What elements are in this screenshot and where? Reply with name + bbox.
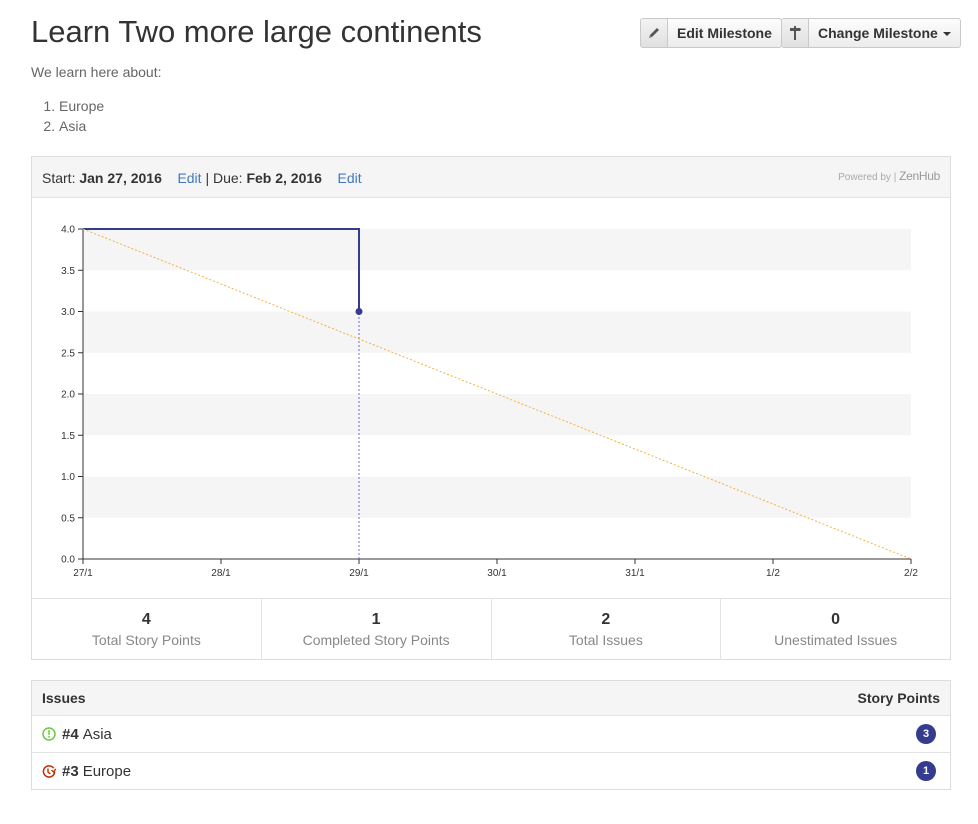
y-tick-label: 4.0	[61, 225, 75, 236]
zenhub-logo[interactable]: ZenHub	[899, 169, 940, 183]
issue-row-4[interactable]: #4 Asia 3	[32, 716, 950, 753]
y-tick-label: 2.5	[61, 348, 75, 359]
powered-by-prefix: Powered by |	[838, 172, 897, 183]
grid-band	[83, 394, 911, 436]
issue-number[interactable]: #3	[62, 763, 79, 780]
y-tick-label: 1.5	[61, 431, 75, 442]
y-tick-label: 0.0	[61, 555, 75, 566]
stat-value: 4	[141, 611, 151, 628]
start-date: Jan 27, 2016	[79, 170, 162, 186]
issue-number[interactable]: #4	[62, 726, 79, 743]
stat-label: Total Issues	[568, 632, 643, 648]
burndown-chart: 0.0 0.5 1.0 1.5 2.0 2.5 3.0 3.5 4.0 27/1 28/1 29/1 3…	[61, 225, 918, 580]
x-tick-label: 1/2	[766, 568, 780, 579]
burndown-header: Start: Jan 27, 2016 Edit | Due: Feb 2, 2…	[32, 157, 950, 198]
stat-value: 0	[831, 611, 841, 628]
change-milestone-label: Change Milestone	[809, 19, 960, 47]
x-tick-label: 28/1	[211, 568, 231, 579]
story-points-badge: 3	[916, 724, 936, 744]
stat-unestimated-issues: 0 Unestimated Issues	[721, 599, 950, 660]
stat-label: Completed Story Points	[302, 632, 450, 648]
stat-label: Unestimated Issues	[774, 632, 898, 648]
due-date: Feb 2, 2016	[246, 170, 322, 186]
milestone-topic-list: Europe Asia	[31, 96, 104, 136]
edit-due-link[interactable]: Edit	[338, 170, 362, 186]
grid-band	[83, 476, 911, 518]
page-title: Learn Two more large continents	[31, 14, 482, 49]
x-tick-label: 2/2	[904, 568, 918, 579]
edit-milestone-label: Edit Milestone	[677, 25, 772, 41]
y-tick-label: 3.5	[61, 266, 75, 277]
story-points-badge: 1	[916, 761, 936, 781]
powered-by: Powered by | ZenHub	[838, 169, 940, 183]
change-milestone-button[interactable]: Change Milestone	[781, 18, 961, 48]
stat-label: Total Story Points	[91, 632, 201, 648]
x-tick-label: 27/1	[73, 568, 93, 579]
grid-band	[83, 311, 911, 353]
issues-table: Issues Story Points #4 Asia 3 #3 Europe …	[31, 680, 951, 790]
issue-title[interactable]: Europe	[83, 763, 131, 780]
grid-band	[83, 229, 911, 271]
x-tick-label: 29/1	[349, 568, 369, 579]
x-tick-label: 31/1	[625, 568, 645, 579]
edit-milestone-button[interactable]: Edit Milestone	[640, 18, 782, 48]
milestone-page: Learn Two more large continents Edit Mil…	[0, 0, 978, 824]
edit-start-link[interactable]: Edit	[177, 170, 201, 186]
caret-down-icon	[942, 32, 951, 36]
x-tick-label: 30/1	[487, 568, 507, 579]
milestone-dates: Start: Jan 27, 2016 Edit | Due: Feb 2, 2…	[42, 170, 362, 186]
stat-completed-story-points: 1 Completed Story Points	[262, 599, 492, 660]
y-tick-label: 3.0	[61, 307, 75, 318]
stat-total-issues: 2 Total Issues	[492, 599, 722, 660]
closed-issue-icon	[42, 764, 62, 778]
list-item: Europe	[59, 96, 104, 116]
stat-total-story-points: 4 Total Story Points	[32, 599, 262, 660]
stats-bar: 4 Total Story Points 1 Completed Story P…	[32, 598, 950, 660]
date-separator: |	[205, 170, 210, 186]
issues-column-header: Issues	[42, 690, 86, 706]
open-issue-icon	[42, 727, 62, 741]
due-label: Due:	[212, 170, 243, 186]
list-item: Asia	[59, 116, 104, 136]
stat-value: 1	[371, 611, 381, 628]
y-tick-label: 0.5	[61, 513, 75, 524]
stat-value: 2	[601, 611, 611, 628]
burndown-panel: Start: Jan 27, 2016 Edit | Due: Feb 2, 2…	[31, 156, 951, 660]
y-tick-label: 2.0	[61, 390, 75, 401]
y-tick-label: 1.0	[61, 472, 75, 483]
start-label: Start:	[42, 170, 76, 186]
signpost-icon	[782, 19, 809, 47]
change-milestone-text: Change Milestone	[818, 25, 938, 41]
milestone-description: We learn here about:	[31, 64, 162, 80]
issue-title[interactable]: Asia	[83, 726, 112, 743]
issues-header: Issues Story Points	[32, 681, 950, 716]
pencil-icon	[641, 19, 668, 47]
story-points-column-header: Story Points	[857, 690, 940, 706]
issue-row-3[interactable]: #3 Europe 1	[32, 753, 950, 789]
current-point-marker	[355, 308, 363, 315]
